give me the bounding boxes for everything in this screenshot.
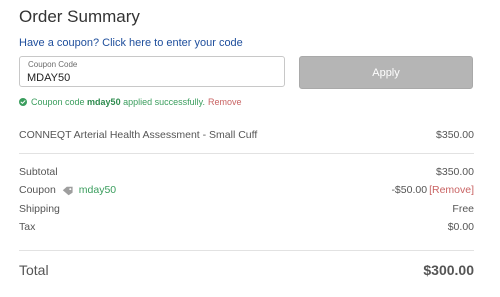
apply-button[interactable]: Apply: [299, 56, 473, 89]
coupon-label: Coupon: [19, 184, 56, 196]
coupon-code-label: Coupon Code: [28, 60, 78, 69]
success-code: mday50: [87, 97, 121, 107]
success-suffix: applied successfully.: [120, 97, 205, 107]
divider: [19, 250, 474, 251]
check-circle-icon: [19, 98, 27, 106]
tag-icon: [62, 186, 73, 195]
coupon-success-message: Coupon code mday50 applied successfully.…: [19, 96, 241, 108]
total-row: Total $300.00: [19, 262, 474, 279]
total-value: $300.00: [423, 262, 474, 278]
tax-label: Tax: [19, 221, 36, 233]
applied-coupon-code: mday50: [78, 184, 117, 196]
remove-coupon-link[interactable]: Remove: [208, 96, 242, 108]
coupon-remove-button[interactable]: [Remove]: [429, 184, 474, 196]
subtotal-row: Subtotal $350.00: [19, 166, 474, 179]
page-title: Order Summary: [19, 7, 140, 26]
line-item-price: $350.00: [436, 129, 474, 141]
line-item-row: CONNEQT Arterial Health Assessment - Sma…: [19, 129, 474, 142]
line-item-name: CONNEQT Arterial Health Assessment - Sma…: [19, 129, 258, 141]
shipping-value: Free: [452, 203, 474, 215]
success-prefix: Coupon code: [31, 97, 88, 107]
subtotal-value: $350.00: [436, 166, 474, 178]
shipping-row: Shipping Free: [19, 203, 474, 216]
divider: [19, 153, 474, 154]
tax-row: Tax $0.00: [19, 221, 474, 234]
total-label: Total: [19, 262, 49, 278]
coupon-discount-value: -$50.00: [391, 184, 428, 196]
subtotal-label: Subtotal: [19, 166, 58, 178]
coupon-row: Coupon mday50 -$50.00 [Remove]: [19, 184, 474, 197]
coupon-code-input[interactable]: [27, 71, 267, 85]
coupon-code-field[interactable]: Coupon Code: [19, 56, 285, 87]
shipping-label: Shipping: [19, 203, 60, 215]
tax-value: $0.00: [447, 221, 474, 233]
coupon-toggle-link[interactable]: Have a coupon? Click here to enter your …: [19, 36, 243, 50]
